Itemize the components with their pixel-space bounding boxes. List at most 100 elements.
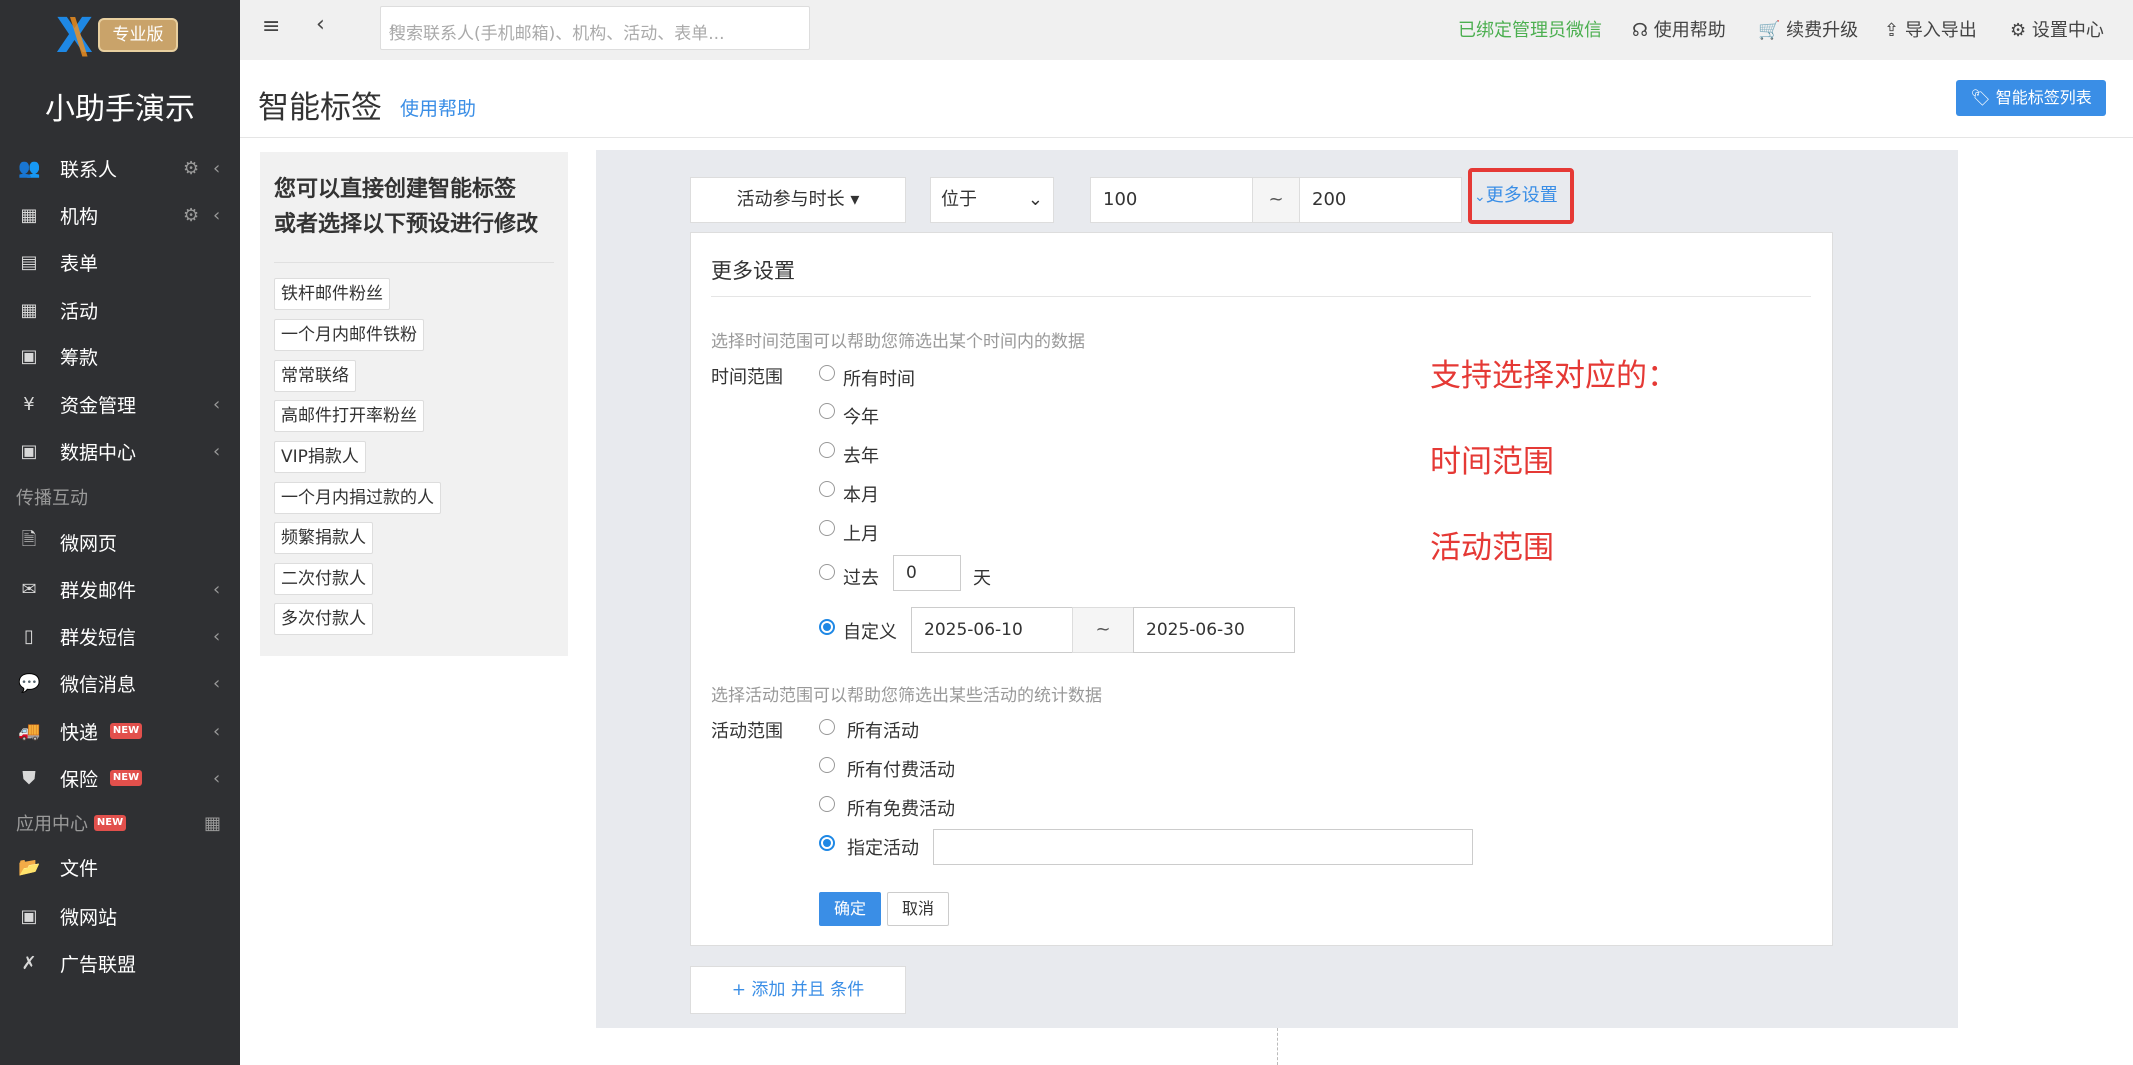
logo-x-accent-icon: \ [70,8,88,64]
page-icon: 🗎 [21,529,37,550]
settings-link[interactable]: ⚙ 设置中心 [2010,16,2104,42]
topbar: ≡ ‹ 搜索联系人(手机邮箱)、机构、活动、表单... ⌕ 已绑定管理员微信 ☊… [240,0,2133,60]
caret-down-icon: ▾ [844,189,860,210]
radio-custom[interactable] [819,619,835,635]
radio-all-time[interactable] [819,365,835,381]
annotation-line3: 活动范围 [1430,530,1554,566]
more-settings-link[interactable]: ⌄更多设置 [1468,168,1574,224]
sidebar-item-label: 群发邮件 [60,579,137,602]
help-link[interactable]: ☊ 使用帮助 [1632,16,1726,42]
operator-select[interactable]: 位于 ⌄ [930,177,1054,223]
list-button-label: 智能标签列表 [1995,88,2092,107]
date-from-input[interactable]: 2025-06-10 [911,607,1073,653]
radio-past-days[interactable] [819,564,835,580]
preset-tag[interactable]: 频繁捐款人 [274,522,373,554]
radio-paid-activities[interactable] [819,757,835,773]
app-name: 小助手演示 [45,92,195,127]
specific-activity-input[interactable] [933,829,1473,865]
sidebar-item-label: 微信消息 [60,673,137,696]
sidebar-item-ad-alliance[interactable]: ✗ 广告联盟 [0,943,240,983]
clipboard-icon: ▤ [20,251,38,273]
add-and-condition-button[interactable]: + 添加 并且 条件 [690,966,906,1014]
chevron-left-icon: ‹ [213,157,221,179]
activity-range-label: 活动范围 [711,721,783,742]
preset-tag[interactable]: 一个月内捐过款的人 [274,482,441,514]
sidebar-item-mass-sms[interactable]: ▯ 群发短信 ‹ [0,616,240,656]
sidebar-item-files[interactable]: 📂 文件 [0,847,240,887]
page-header: 智能标签 使用帮助 🏷 智能标签列表 [240,60,2133,138]
sidebar-item-label: 快递 [60,721,99,744]
radio-last-month[interactable] [819,520,835,536]
wechat-icon: 💬 [18,672,41,694]
users-icon: 👥 [18,157,41,179]
past-days-input[interactable]: 0 [893,555,961,591]
sidebar-item-mass-mail[interactable]: ✉ 群发邮件 ‹ [0,569,240,609]
radio-specific-activity[interactable] [819,835,835,851]
page-help-link[interactable]: 使用帮助 [400,94,476,121]
radio-label: 指定活动 [847,838,919,859]
sidebar-item-finance[interactable]: ¥ 资金管理 ‹ [0,384,240,424]
cancel-button[interactable]: 取消 [887,892,949,926]
search-input[interactable]: 搜索联系人(手机邮箱)、机构、活动、表单... ⌕ [380,6,810,50]
grid-icon[interactable]: ▦ [204,813,221,834]
sidebar-item-contacts[interactable]: 👥 联系人 ⚙ ‹ [0,148,240,188]
field-dropdown[interactable]: 活动参与时长 ▾ [690,177,906,223]
preset-tag[interactable]: 一个月内邮件铁粉 [274,319,424,351]
sidebar-item-micropage[interactable]: 🗎 微网页 [0,522,240,562]
more-settings-card: 更多设置 选择时间范围可以帮助您筛选出某个时间内的数据 时间范围 所有时间 今年… [690,232,1833,946]
chevron-left-icon: ‹ [213,767,221,789]
preset-tag[interactable]: 多次付款人 [274,603,373,635]
menu-icon[interactable]: ≡ [262,14,280,39]
sidebar-section-spread: 传播互动 [16,488,88,509]
sidebar-item-microsite[interactable]: ▣ 微网站 [0,896,240,936]
sidebar-item-fundraising[interactable]: ▣ 筹款 [0,336,240,376]
preset-tag[interactable]: 常常联络 [274,360,356,392]
page-title: 智能标签 [258,90,382,126]
wechat-bound-link[interactable]: 已绑定管理员微信 [1458,16,1602,42]
chevron-left-icon: ‹ [213,440,221,462]
preset-title-line2: 或者选择以下预设进行修改 [274,212,539,237]
chevron-left-icon: ‹ [213,720,221,742]
min-value-input[interactable]: 100 [1090,177,1253,223]
cart-icon: 🛒 [1758,20,1787,41]
settings-label: 设置中心 [2031,20,2104,41]
import-export-link[interactable]: ⇪ 导入导出 [1884,16,1977,42]
gear-icon: ⚙ [2010,20,2032,41]
max-value-input[interactable]: 200 [1299,177,1462,223]
radio-free-activities[interactable] [819,796,835,812]
preset-tag[interactable]: 铁杆邮件粉丝 [274,278,390,310]
upgrade-link[interactable]: 🛒 续费升级 [1758,16,1858,42]
preset-tag[interactable]: 高邮件打开率粉丝 [274,400,424,432]
sidebar-section-apps[interactable]: 应用中心 NEW ▦ [0,803,240,843]
radio-all-activities[interactable] [819,719,835,735]
radio-this-month[interactable] [819,481,835,497]
sidebar-item-insurance[interactable]: ⛊ 保险 NEW ‹ [0,758,240,798]
time-range-label: 时间范围 [711,367,783,388]
fundraise-icon: ▣ [20,345,38,367]
sidebar-item-forms[interactable]: ▤ 表单 [0,242,240,282]
date-to-input[interactable]: 2025-06-30 [1133,607,1295,653]
sidebar-section-apps-label: 应用中心 [16,814,88,835]
sidebar-item-label: 保险 [60,768,99,791]
sidebar-item-wechat[interactable]: 💬 微信消息 ‹ [0,663,240,703]
edition-badge: 专业版 [98,18,178,52]
sidebar-item-express[interactable]: 🚚 快递 NEW ‹ [0,711,240,751]
gear-icon[interactable]: ⚙ [183,158,199,179]
search-icon[interactable]: ⌕ [389,17,797,38]
back-chevron-icon[interactable]: ‹ [316,12,325,37]
ad-icon: ✗ [21,952,37,974]
annotation-line2: 时间范围 [1430,444,1554,480]
smart-tag-list-button[interactable]: 🏷 智能标签列表 [1956,80,2106,116]
sidebar-item-orgs[interactable]: ▦ 机构 ⚙ ‹ [0,195,240,235]
radio-this-year[interactable] [819,403,835,419]
range-tilde: ~ [1252,177,1300,223]
radio-last-year[interactable] [819,442,835,458]
sidebar-item-label: 机构 [60,205,99,228]
sidebar-item-events[interactable]: ▦ 活动 [0,290,240,330]
gear-icon[interactable]: ⚙ [183,205,199,226]
sidebar-item-data-center[interactable]: ▣ 数据中心 ‹ [0,431,240,471]
preset-tag[interactable]: 二次付款人 [274,563,373,595]
logo[interactable]: X \ 专业版 [56,12,180,60]
preset-tag[interactable]: VIP捐款人 [274,441,366,473]
confirm-button[interactable]: 确定 [819,892,881,926]
